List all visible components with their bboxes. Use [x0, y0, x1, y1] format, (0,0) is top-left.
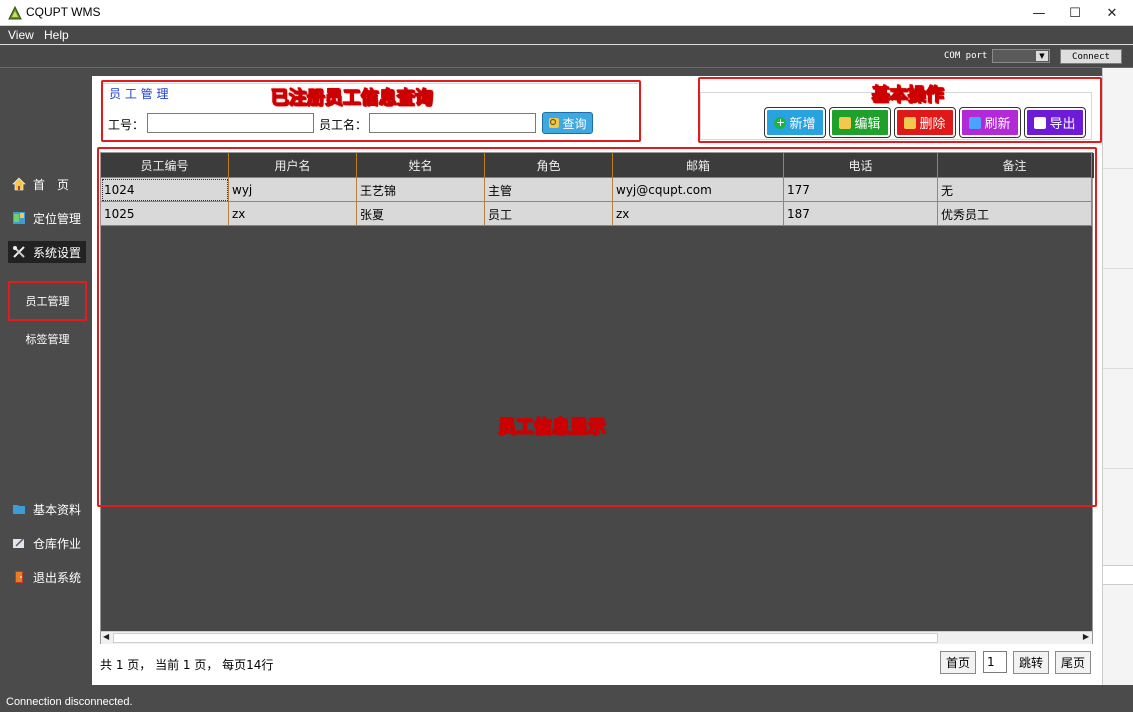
home-icon: [12, 177, 26, 191]
menu-help[interactable]: Help: [44, 28, 69, 42]
sidebar-item-label: 定位管理: [33, 211, 82, 226]
status-bar: Connection disconnected.: [0, 694, 1133, 712]
subnav-employee-management[interactable]: 员工管理: [8, 281, 87, 321]
last-page-button[interactable]: 尾页: [1055, 651, 1091, 674]
menu-bar: View Help: [0, 26, 1133, 45]
title-bar: CQUPT WMS — ☐ ✕: [0, 0, 1133, 26]
sidebar-item-basic-data[interactable]: 基本资料: [12, 499, 81, 519]
sidebar-item-label: 系统设置: [33, 245, 82, 260]
sidebar-item-exit[interactable]: 退出系统: [12, 567, 81, 587]
subnav-label: 标签管理: [25, 333, 70, 346]
pagination-info: 共 1 页， 当前 1 页， 每页14行: [100, 658, 274, 672]
folder-icon: [13, 505, 25, 514]
page-number-input[interactable]: 1: [983, 651, 1007, 673]
first-page-button[interactable]: 首页: [940, 651, 976, 674]
com-port-select[interactable]: ▼: [992, 49, 1050, 63]
com-port-label: COM port: [944, 51, 988, 61]
sidebar-item-settings[interactable]: 系统设置: [8, 241, 86, 263]
window-title: CQUPT WMS: [26, 5, 101, 19]
sidebar-item-label: 基本资料: [33, 502, 82, 517]
maximize-button[interactable]: ☐: [1057, 0, 1093, 26]
port-toolbar: COM port ▼ Connect: [0, 46, 1133, 68]
app-logo-icon: [8, 6, 22, 20]
tools-icon: [13, 246, 25, 258]
connect-button[interactable]: Connect: [1060, 49, 1122, 64]
grid-annotation-box: [97, 147, 1097, 507]
right-side-panel: [1102, 68, 1133, 685]
map-icon: [13, 212, 25, 224]
scrollbar-thumb[interactable]: [113, 633, 938, 643]
minimize-button[interactable]: —: [1021, 0, 1057, 26]
sidebar-item-home[interactable]: 首 页: [12, 174, 69, 194]
status-text: Connection disconnected.: [6, 696, 133, 708]
jump-button[interactable]: 跳转: [1013, 651, 1049, 674]
scroll-right-icon[interactable]: ▶: [1083, 632, 1089, 641]
sidebar-item-label: 退出系统: [33, 570, 82, 585]
sidebar-item-location[interactable]: 定位管理: [12, 208, 81, 228]
exit-icon: [15, 571, 23, 583]
sidebar-item-warehouse[interactable]: 仓库作业: [12, 533, 81, 553]
horizontal-scrollbar[interactable]: ◀ ▶: [101, 631, 1092, 644]
close-button[interactable]: ✕: [1094, 0, 1130, 26]
subnav-label: 员工管理: [25, 295, 70, 308]
subnav-tag-management[interactable]: 标签管理: [8, 329, 87, 349]
ops-annotation-text: 基本操作: [872, 85, 945, 107]
dropdown-arrow-icon: ▼: [1036, 51, 1048, 61]
scroll-left-icon[interactable]: ◀: [103, 632, 109, 641]
menu-view[interactable]: View: [8, 28, 34, 42]
sidebar-item-label: 仓库作业: [33, 536, 82, 551]
query-annotation-text: 已注册员工信息查询: [271, 88, 434, 110]
edit-icon: [13, 537, 25, 548]
sidebar-item-label: 首 页: [33, 177, 70, 192]
grid-annotation-text: 员工信息显示: [498, 417, 607, 439]
